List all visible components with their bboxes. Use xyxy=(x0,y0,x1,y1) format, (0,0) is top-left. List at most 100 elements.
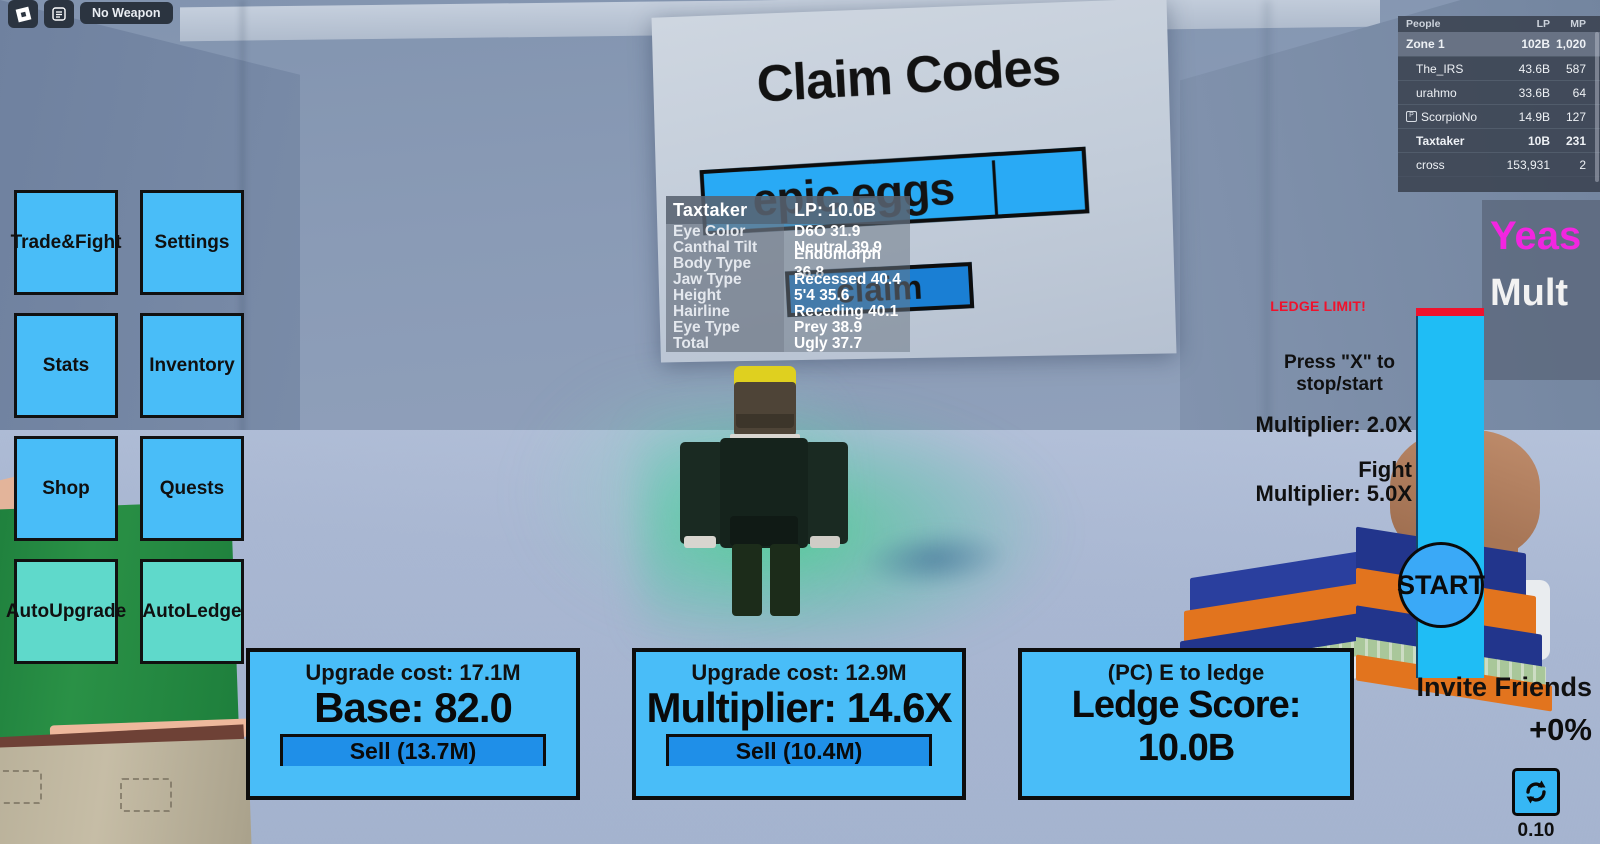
hud-panel-value: Base: 82.0 xyxy=(314,684,513,731)
leaderboard-player-name: cross xyxy=(1398,158,1494,172)
player-stat-value: D6O 31.9 xyxy=(784,223,910,240)
leaderboard-lp-value: 14.9B xyxy=(1518,109,1550,124)
weapon-slot-label[interactable]: No Weapon xyxy=(80,1,173,24)
player-stat-key: Eye Color xyxy=(666,223,784,240)
hud-panel: Upgrade cost: 17.1M Base: 82.0 Sell (13.7M… xyxy=(246,648,580,800)
hud-panel-value: Multiplier: 14.6X xyxy=(646,684,952,731)
leaderboard-row[interactable]: P ScorpioNo 14.9B 127 xyxy=(1398,104,1600,128)
leaderboard-col-lp: LP xyxy=(1536,18,1550,30)
avatar-leg-right xyxy=(770,544,800,616)
leaderboard-mp-value: 64 xyxy=(1572,85,1586,100)
player-stat-row: Hairline Receding 40.1 xyxy=(666,303,910,320)
chat-list-icon[interactable] xyxy=(44,0,74,28)
hud-panel: (PC) E to ledge Ledge Score: 10.0B xyxy=(1018,648,1354,800)
menu-row: Stats Inventory xyxy=(14,313,244,418)
roblox-logo-icon[interactable] xyxy=(8,0,38,28)
bottom-hud-panels: Upgrade cost: 17.1M Base: 82.0 Sell (13.7M… xyxy=(0,648,1600,800)
start-button[interactable]: START xyxy=(1397,542,1485,628)
menu-button-inventory[interactable]: Inventory xyxy=(140,313,244,418)
ledge-limit-label: LEDGE LIMIT! xyxy=(1270,298,1366,314)
player-avatar xyxy=(678,366,850,616)
leaderboard-name-text: cross xyxy=(1416,157,1445,172)
leaderboard-mp-value: 1,020 xyxy=(1555,37,1586,51)
avatar-shadow xyxy=(858,524,1012,594)
premium-badge-icon: P xyxy=(1406,111,1417,122)
leaderboard-lp-value: 10B xyxy=(1527,133,1550,148)
menu-button-trade-fight[interactable]: Trade & Fight xyxy=(11,190,121,295)
leaderboard-col-mp: MP xyxy=(1570,18,1586,30)
leaderboard-player-name: P ScorpioNo xyxy=(1398,110,1494,124)
leaderboard-rows: Zone 1 102B 1,020 The_IRS 43.6B 587 urahmo 33.6… xyxy=(1398,32,1600,192)
leaderboard-name-text: The_IRS xyxy=(1416,61,1464,76)
hud-panel-value: Ledge Score: 10.0B xyxy=(1071,684,1302,769)
leaderboard-name-text: Taxtaker xyxy=(1416,133,1465,148)
roblox-topbar: No Weapon xyxy=(8,0,173,28)
player-stat-key: Eye Type xyxy=(666,319,784,336)
hud-panel-spacer xyxy=(1030,770,1342,796)
leaderboard-row[interactable]: Taxtaker 10B 231 xyxy=(1398,128,1600,152)
player-stat-row: Body TypeEndomorph 36.8 xyxy=(666,246,910,281)
player-stat-key: Height xyxy=(666,287,784,304)
player-stats-name: Taxtaker xyxy=(673,199,748,220)
player-stats-lp: LP: 10.0B xyxy=(794,199,877,220)
player-stat-value: Ugly 37.7 xyxy=(784,335,910,352)
leaderboard-zone-row[interactable]: Zone 1 102B 1,020 xyxy=(1398,32,1600,56)
game-viewport: Claim Codes epic eggs claim xyxy=(0,0,1600,844)
leaderboard-mp-value: 587 xyxy=(1565,61,1586,76)
player-stats-rows: Eye Color D6O 31.9 Canthal Tilt Neutral 39.… xyxy=(666,223,910,352)
leaderboard-player-name: Taxtaker xyxy=(1398,134,1494,148)
fight-multiplier-value: Multiplier: 5.0X xyxy=(1255,481,1412,507)
sell-button[interactable]: Sell (10.4M) xyxy=(666,734,932,766)
invite-bonus-value: +0% xyxy=(1529,712,1592,747)
player-stat-key: Body Type xyxy=(666,255,784,272)
leaderboard-row[interactable]: urahmo 33.6B 64 xyxy=(1398,80,1600,104)
menu-button-settings[interactable]: Settings xyxy=(140,190,244,295)
player-stat-value: 5'4 35.6 xyxy=(784,287,910,304)
avatar-hand-right xyxy=(810,536,840,548)
player-stat-row: Eye Type Prey 38.9 xyxy=(666,319,910,336)
leaderboard-player-name: urahmo xyxy=(1398,86,1494,100)
leaderboard-lp-value: 153,931 xyxy=(1506,157,1550,172)
player-stats-header: Taxtaker LP: 10.0B xyxy=(666,196,910,224)
hud-panel-subtitle: (PC) E to ledge xyxy=(1107,660,1265,685)
menu-row: Shop Quests xyxy=(14,436,244,541)
leaderboard-player-name: Zone 1 xyxy=(1398,37,1494,51)
menu-button-shop[interactable]: Shop xyxy=(14,436,118,541)
player-stat-key: Total xyxy=(666,335,784,352)
leaderboard-mp-value: 231 xyxy=(1565,133,1586,148)
player-stat-value: Recessed 40.4 xyxy=(784,271,910,288)
leaderboard-name-text: urahmo xyxy=(1416,85,1457,100)
board-title: Claim Codes xyxy=(755,37,1062,114)
leaderboard-row[interactable]: The_IRS 43.6B 587 xyxy=(1398,56,1600,80)
avatar-leg-left xyxy=(732,544,762,616)
avatar-head-shadow xyxy=(736,414,794,428)
menu-button-stats[interactable]: Stats xyxy=(14,313,118,418)
menu-row: Trade & Fight Settings xyxy=(11,190,244,295)
ledge-multiplier-label: Multiplier: 2.0X xyxy=(1255,412,1412,437)
ledge-press-hint: Press "X" to stop/start xyxy=(1284,352,1395,395)
main-menu: Trade & Fight Settings Stats Inventory Shop Que… xyxy=(6,190,244,682)
ledge-limit-marker xyxy=(1416,308,1484,316)
fight-multiplier-block: Fight Multiplier: 5.0X xyxy=(1255,457,1412,507)
billboard-line-2: Mult xyxy=(1490,272,1569,314)
player-stat-value: Endomorph 36.8 xyxy=(784,246,910,281)
leaderboard-row[interactable]: cross 153,931 2 xyxy=(1398,152,1600,176)
player-stats-panel: Taxtaker LP: 10.0B Eye Color D6O 31.9 Cant… xyxy=(666,196,910,352)
leaderboard-row[interactable] xyxy=(1398,176,1600,192)
leaderboard-mp-value: 127 xyxy=(1565,109,1586,124)
refresh-icon[interactable] xyxy=(1512,768,1560,816)
avatar-arm-right xyxy=(804,442,848,544)
sell-button[interactable]: Sell (13.7M) xyxy=(280,734,546,766)
leaderboard-scrollbar[interactable] xyxy=(1595,32,1599,182)
leaderboard-lp-value: 102B xyxy=(1521,37,1550,51)
invite-friends-label[interactable]: Invite Friends xyxy=(1416,672,1592,703)
avatar-arm-left xyxy=(680,442,724,544)
leaderboard-lp-value: 43.6B xyxy=(1518,61,1550,76)
player-stat-row: Height 5'4 35.6 xyxy=(666,287,910,304)
leaderboard-panel: People LP MP Zone 1 102B 1,020 The_IRS 43.6B… xyxy=(1398,16,1600,192)
menu-button-quests[interactable]: Quests xyxy=(140,436,244,541)
player-stat-key: Hairline xyxy=(666,303,784,320)
leaderboard-name-text: ScorpioNo xyxy=(1421,109,1478,124)
leaderboard-lp-value: 33.6B xyxy=(1518,85,1550,100)
player-stat-row: Eye Color D6O 31.9 xyxy=(666,223,910,240)
